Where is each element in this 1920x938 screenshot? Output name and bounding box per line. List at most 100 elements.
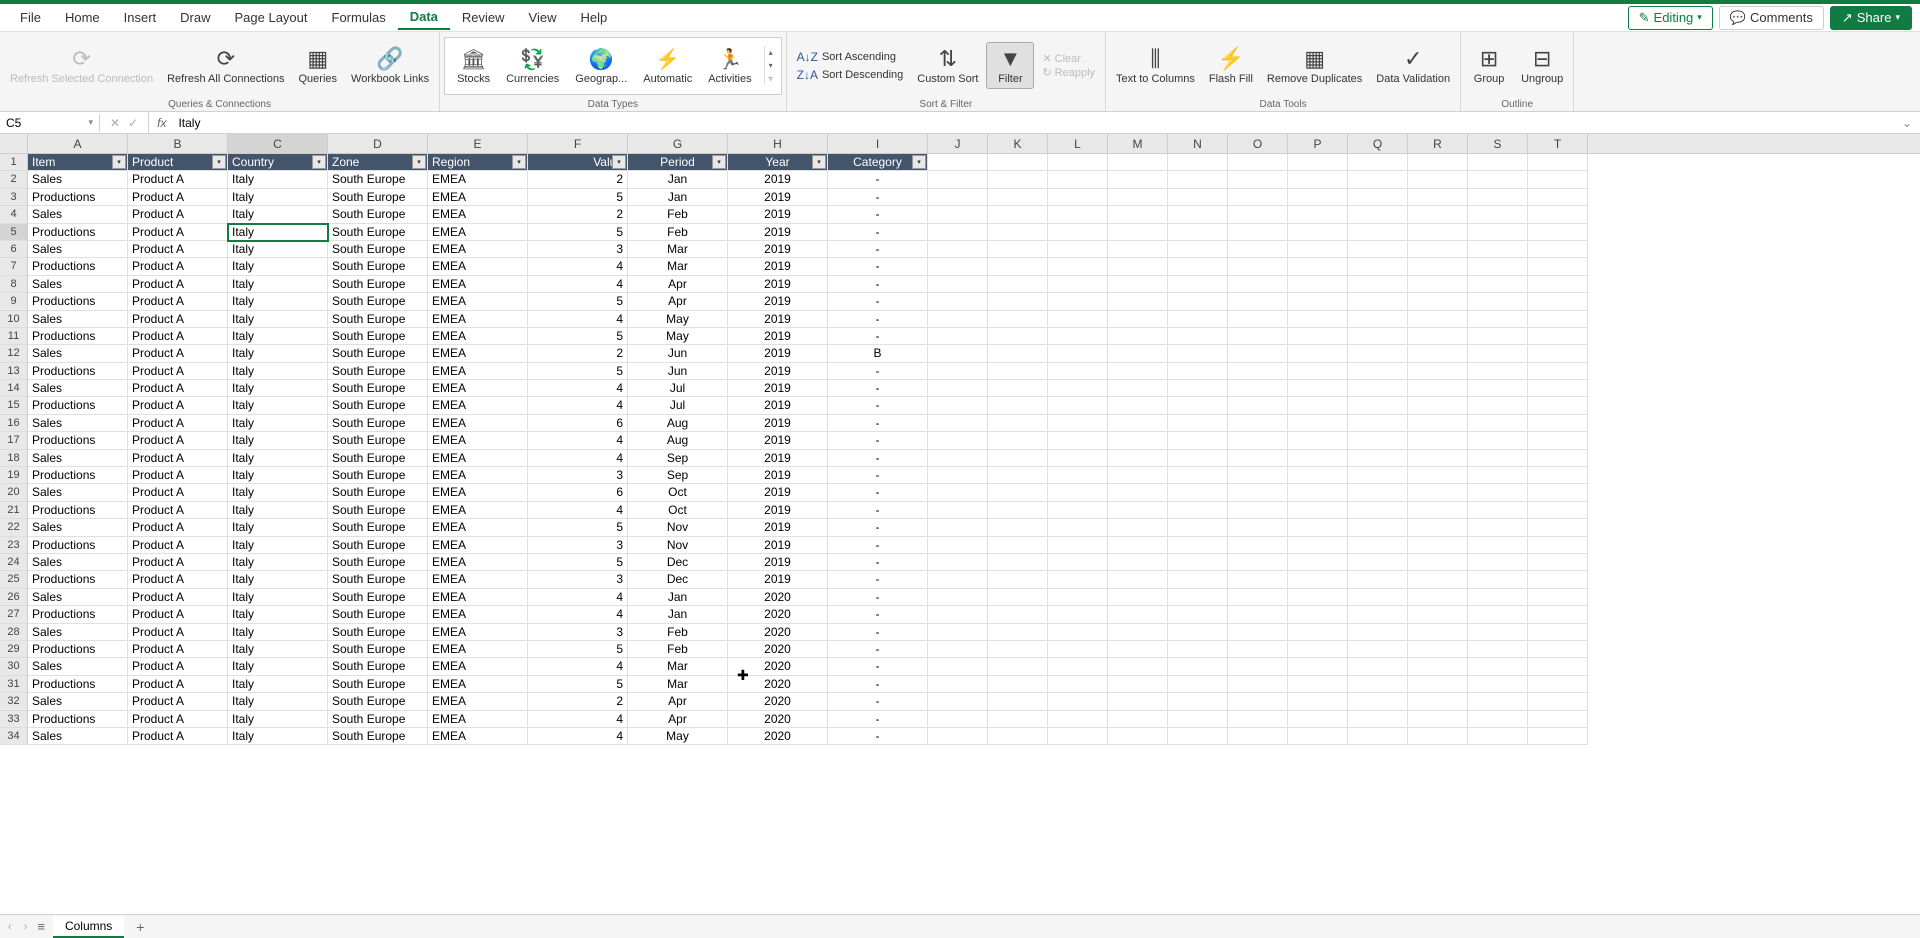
gallery-up-icon[interactable]: ▴ [765,46,777,59]
cell[interactable] [928,554,988,571]
sort-ascending-button[interactable]: A↓Z Sort Ascending [795,49,906,65]
cell[interactable] [1288,571,1348,588]
data-type-currencies[interactable]: 💱Currencies [498,45,567,87]
cell[interactable]: South Europe [328,554,428,571]
cell[interactable] [1468,728,1528,745]
cell[interactable] [1348,258,1408,275]
cell[interactable] [1468,658,1528,675]
cell[interactable] [1408,606,1468,623]
cell[interactable] [1168,258,1228,275]
cell[interactable]: - [828,484,928,501]
cell[interactable] [1108,380,1168,397]
cell[interactable] [1528,345,1588,362]
table-header-cell[interactable]: Year▾ [728,154,828,171]
cell[interactable]: South Europe [328,293,428,310]
cell[interactable] [928,571,988,588]
cell[interactable]: South Europe [328,189,428,206]
cell[interactable] [1048,415,1108,432]
cell[interactable] [928,206,988,223]
cell[interactable]: Dec [628,571,728,588]
cell[interactable] [1048,728,1108,745]
cell[interactable] [1288,711,1348,728]
cell[interactable] [1408,293,1468,310]
cell[interactable]: Product A [128,258,228,275]
column-header-K[interactable]: K [988,134,1048,153]
cell[interactable]: - [828,241,928,258]
filter-dropdown-icon[interactable]: ▾ [312,155,326,169]
cell[interactable] [1048,189,1108,206]
cell[interactable] [988,606,1048,623]
cell[interactable] [1108,484,1168,501]
column-header-O[interactable]: O [1228,134,1288,153]
cell[interactable] [1108,432,1168,449]
cell[interactable]: Product A [128,450,228,467]
cell[interactable]: EMEA [428,554,528,571]
cell[interactable]: 2019 [728,432,828,449]
cell[interactable] [988,293,1048,310]
cell[interactable]: - [828,676,928,693]
row-header-2[interactable]: 2 [0,171,28,188]
cell[interactable]: Sales [28,241,128,258]
filter-dropdown-icon[interactable]: ▾ [212,155,226,169]
cell[interactable] [1048,311,1108,328]
cell[interactable] [1048,571,1108,588]
cell[interactable]: Product A [128,571,228,588]
cell[interactable] [1168,484,1228,501]
row-header-15[interactable]: 15 [0,397,28,414]
column-header-D[interactable]: D [328,134,428,153]
sheet-nav-next-icon[interactable]: › [22,921,30,933]
cell[interactable] [1468,571,1528,588]
cell[interactable] [1288,171,1348,188]
cell[interactable]: EMEA [428,206,528,223]
cell[interactable]: Italy [228,276,328,293]
cell[interactable] [1288,519,1348,536]
cell[interactable]: May [628,328,728,345]
cell[interactable]: EMEA [428,693,528,710]
cell[interactable]: South Europe [328,380,428,397]
cell[interactable]: South Europe [328,519,428,536]
cell[interactable]: 2 [528,206,628,223]
row-header-14[interactable]: 14 [0,380,28,397]
cell[interactable]: Product A [128,276,228,293]
remove-duplicates-button[interactable]: ▦ Remove Duplicates [1261,43,1368,87]
cell[interactable] [1348,484,1408,501]
cell[interactable] [1468,276,1528,293]
cell[interactable] [1048,345,1108,362]
cell[interactable] [1288,554,1348,571]
cell[interactable]: Nov [628,537,728,554]
cell[interactable] [1108,293,1168,310]
cell[interactable] [928,606,988,623]
cell[interactable] [988,241,1048,258]
cell[interactable]: 2019 [728,415,828,432]
cell[interactable] [1408,658,1468,675]
cell[interactable] [1468,328,1528,345]
menu-tab-file[interactable]: File [8,6,53,29]
add-sheet-button[interactable]: + [132,919,148,935]
filter-dropdown-icon[interactable]: ▾ [412,155,426,169]
row-header-7[interactable]: 7 [0,258,28,275]
cell[interactable]: - [828,554,928,571]
cell[interactable]: Italy [228,589,328,606]
row-header-17[interactable]: 17 [0,432,28,449]
cell[interactable]: South Europe [328,345,428,362]
cell[interactable] [1468,606,1528,623]
cell[interactable] [1048,258,1108,275]
cell[interactable] [1108,606,1168,623]
cell[interactable] [1408,693,1468,710]
cell[interactable]: 2019 [728,345,828,362]
row-header-29[interactable]: 29 [0,641,28,658]
cell[interactable] [1408,537,1468,554]
cell[interactable] [1528,537,1588,554]
cell[interactable]: Product A [128,311,228,328]
cell[interactable] [1528,397,1588,414]
cell[interactable] [988,189,1048,206]
cell[interactable] [988,363,1048,380]
cell[interactable] [1408,624,1468,641]
cell[interactable] [1528,554,1588,571]
cell[interactable]: Italy [228,676,328,693]
row-header-16[interactable]: 16 [0,415,28,432]
cell[interactable]: EMEA [428,728,528,745]
cell[interactable] [988,328,1048,345]
cell[interactable]: Product A [128,624,228,641]
cell[interactable] [1408,224,1468,241]
